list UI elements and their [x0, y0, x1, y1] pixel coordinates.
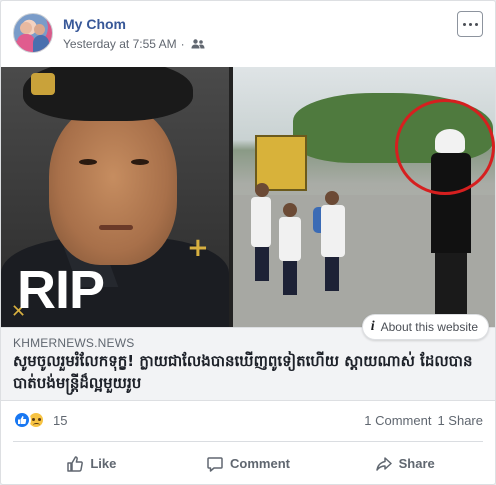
comment-button[interactable]: Comment — [170, 442, 327, 485]
officer-portrait: ✕ + RIP — [1, 67, 229, 327]
reactions-bar: 15 1 Comment 1 Share — [13, 405, 483, 435]
engagement-counts: 1 Comment 1 Share — [364, 413, 483, 428]
street-photo — [233, 67, 495, 327]
comment-label: Comment — [230, 456, 290, 471]
share-button[interactable]: Share — [326, 442, 483, 485]
meta-separator: · — [180, 37, 185, 51]
like-label: Like — [90, 456, 117, 471]
link-domain: KHMERNEWS.NEWS — [13, 336, 135, 350]
about-website-button[interactable]: i About this website — [361, 314, 489, 340]
avatar[interactable] — [13, 13, 53, 53]
link-image[interactable]: ✕ + RIP — [1, 67, 495, 327]
post-meta: Yesterday at 7:55 AM · — [63, 37, 205, 51]
rip-overlay-text: RIP — [17, 260, 105, 320]
author-name[interactable]: My Chom — [63, 16, 126, 32]
highlight-circle — [395, 99, 495, 195]
share-count[interactable]: 1 Share — [437, 413, 483, 428]
friends-icon[interactable] — [191, 39, 205, 49]
more-options-icon[interactable] — [457, 11, 483, 37]
link-title[interactable]: សូមចូលរួមរំលែកទុក្ខ! ក្លាយជាលែងបានឃើញពូទ… — [13, 350, 483, 394]
about-website-label: About this website — [380, 320, 478, 334]
like-icon[interactable] — [13, 411, 31, 429]
reaction-count[interactable]: 15 — [53, 413, 67, 428]
post-card: My Chom Yesterday at 7:55 AM · ✕ + RIP i… — [0, 0, 496, 485]
link-preview[interactable]: i About this website KHMERNEWS.NEWS សូមច… — [1, 314, 495, 401]
thumbs-up-icon — [66, 455, 84, 473]
comment-count[interactable]: 1 Comment — [364, 413, 431, 428]
insignia-icon: + — [187, 233, 209, 263]
action-bar: Like Comment Share — [13, 441, 483, 485]
share-label: Share — [398, 456, 435, 471]
share-arrow-icon — [375, 455, 393, 473]
post-timestamp[interactable]: Yesterday at 7:55 AM — [63, 37, 177, 51]
info-icon: i — [370, 319, 375, 334]
like-button[interactable]: Like — [13, 442, 170, 485]
post-header: My Chom Yesterday at 7:55 AM · — [13, 11, 485, 59]
comment-bubble-icon — [206, 455, 224, 473]
